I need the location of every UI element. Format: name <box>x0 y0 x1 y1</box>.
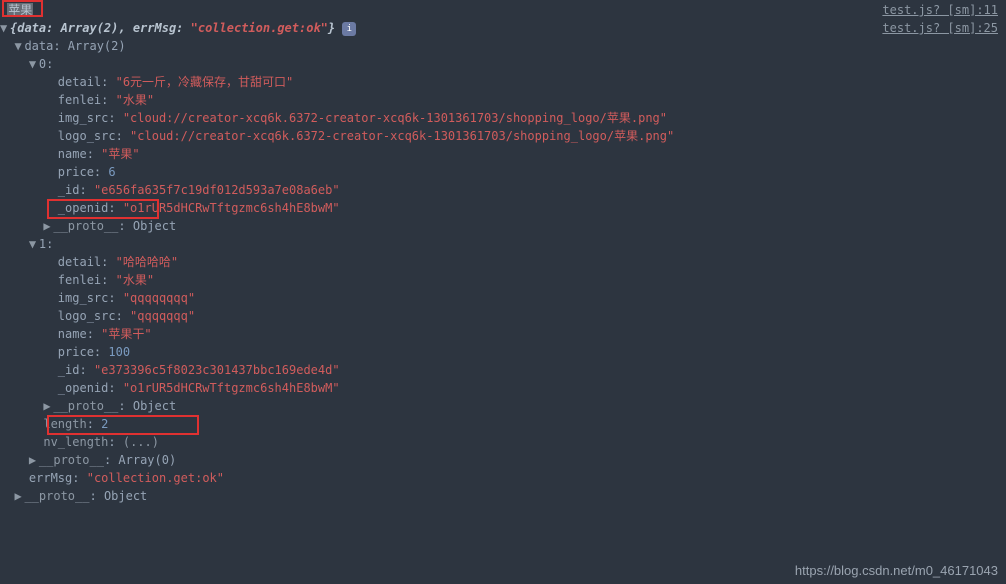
prop-logo-src: logo_src: "cloud://creator-xcq6k.6372-cr… <box>0 127 1006 145</box>
summary-suffix: } <box>328 21 335 35</box>
prop-fenlei: fenlei: "水果" <box>0 271 1006 289</box>
data-header[interactable]: ▼data: Array(2) <box>0 37 1006 55</box>
prop-name: name: "苹果干" <box>0 325 1006 343</box>
summary-errmsg: "collection.get:ok" <box>191 21 328 35</box>
source-link[interactable]: test.js? [sm]:11 <box>882 1 998 19</box>
watermark: https://blog.csdn.net/m0_46171043 <box>795 563 998 578</box>
summary-prefix: {data: Array(2), errMsg: <box>10 21 191 35</box>
prop-price: price: 6 <box>0 163 1006 181</box>
prop-detail: detail: "6元一斤，冷藏保存，甘甜可口" <box>0 73 1006 91</box>
expand-arrow-icon[interactable]: ▼ <box>29 55 39 73</box>
expand-arrow-icon[interactable]: ▼ <box>29 235 39 253</box>
prop-detail: detail: "哈哈哈哈" <box>0 253 1006 271</box>
expand-arrow-icon[interactable]: ▼ <box>14 37 24 55</box>
object-summary[interactable]: ▼{data: Array(2), errMsg: "collection.ge… <box>0 19 1006 37</box>
prop-logo-src: logo_src: "qqqqqqq" <box>0 307 1006 325</box>
prop-proto[interactable]: ▶__proto__: Object <box>0 397 1006 415</box>
prop-proto[interactable]: ▶__proto__: Object <box>0 217 1006 235</box>
expand-arrow-icon[interactable]: ▶ <box>43 217 53 235</box>
prop-errmsg: errMsg: "collection.get:ok" <box>0 469 1006 487</box>
prop-id: _id: "e373396c5f8023c301437bbc169ede4d" <box>0 361 1006 379</box>
log-line-query: 苹果 test.js? [sm]:11 <box>0 1 1006 19</box>
expand-arrow-icon[interactable]: ▼ <box>0 19 10 37</box>
prop-img-src: img_src: "cloud://creator-xcq6k.6372-cre… <box>0 109 1006 127</box>
prop-openid: _openid: "o1rUR5dHCRwTftgzmc6sh4hE8bwM" <box>0 199 1006 217</box>
expand-arrow-icon[interactable]: ▶ <box>43 397 53 415</box>
prop-proto-obj[interactable]: ▶__proto__: Object <box>0 487 1006 505</box>
prop-fenlei: fenlei: "水果" <box>0 91 1006 109</box>
prop-length: length: 2 <box>0 415 1006 433</box>
prop-nvlength[interactable]: nv_length: (...) <box>0 433 1006 451</box>
prop-price: price: 100 <box>0 343 1006 361</box>
prop-proto-array[interactable]: ▶__proto__: Array(0) <box>0 451 1006 469</box>
info-badge-icon[interactable]: i <box>342 22 356 36</box>
expand-arrow-icon[interactable]: ▶ <box>29 451 39 469</box>
source-link[interactable]: test.js? [sm]:25 <box>882 19 998 37</box>
console-output: 苹果test.js? [sm]:11 ▼{data: Array(2), err… <box>0 0 1006 505</box>
prop-name: name: "苹果" <box>0 145 1006 163</box>
search-term: 苹果 <box>7 3 33 17</box>
prop-img-src: img_src: "qqqqqqqq" <box>0 289 1006 307</box>
prop-id: _id: "e656fa635f7c19df012d593a7e08a6eb" <box>0 181 1006 199</box>
prop-openid: _openid: "o1rUR5dHCRwTftgzmc6sh4hE8bwM" <box>0 379 1006 397</box>
index-0[interactable]: ▼0: <box>0 55 1006 73</box>
index-1[interactable]: ▼1: <box>0 235 1006 253</box>
expand-arrow-icon[interactable]: ▶ <box>14 487 24 505</box>
